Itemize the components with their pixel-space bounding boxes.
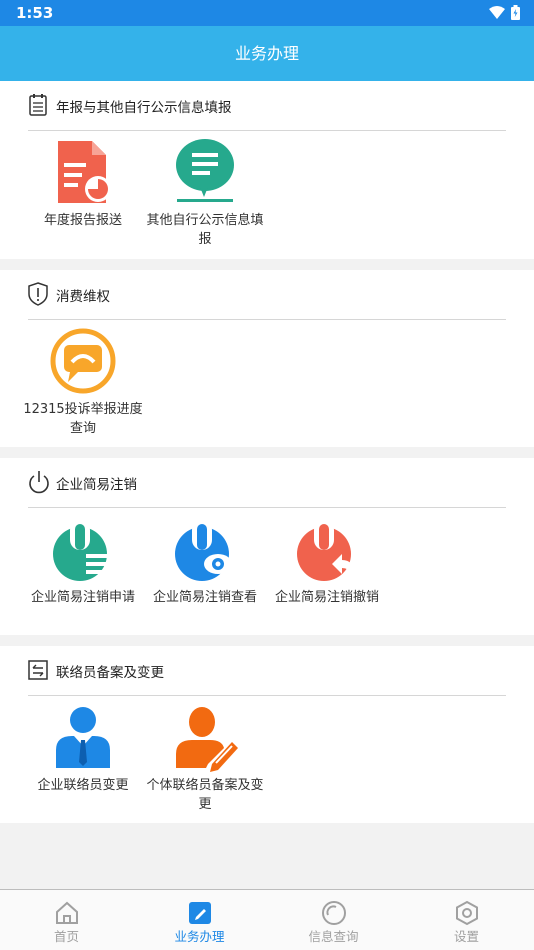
tab-label: 业务办理 xyxy=(174,929,225,944)
person-edit-icon xyxy=(170,702,240,772)
section-header: 联络员备案及变更 xyxy=(28,646,506,696)
item-label: 企业简易注销申请 xyxy=(30,590,135,605)
home-icon xyxy=(54,900,80,926)
power-icon xyxy=(28,470,50,494)
section-consumer-rights: 消费维权 12315投诉举报进度查询 xyxy=(0,270,534,447)
section-header: 消费维权 xyxy=(28,270,506,320)
search-circle-icon xyxy=(321,900,347,926)
settings-icon xyxy=(454,900,480,926)
person-tie-icon xyxy=(48,702,118,772)
section-deregistration: 企业简易注销 企业简易注销申请 企业简易注销查看 企业简易注销撤销 xyxy=(0,458,534,635)
power-undo-icon xyxy=(292,514,362,584)
swap-icon xyxy=(28,658,50,682)
tab-label: 信息查询 xyxy=(308,929,359,944)
battery-icon xyxy=(511,5,520,24)
complaint-progress-button[interactable]: 12315投诉举报进度查询 xyxy=(22,326,144,438)
item-label: 年度报告报送 xyxy=(43,213,122,228)
section-title: 消费维权 xyxy=(56,289,110,305)
complaint-chat-icon xyxy=(48,326,118,396)
status-time: 1:53 xyxy=(16,4,54,22)
section-header: 企业简易注销 xyxy=(28,458,506,508)
edit-icon xyxy=(187,900,213,926)
tab-label: 设置 xyxy=(453,929,479,944)
section-title: 企业简易注销 xyxy=(56,477,137,493)
section-title: 年报与其他自行公示信息填报 xyxy=(56,100,232,116)
item-label: 其他自行公示信息填报 xyxy=(146,213,264,247)
tab-label: 首页 xyxy=(53,929,79,944)
deregister-apply-button[interactable]: 企业简易注销申请 xyxy=(22,514,144,607)
wifi-icon xyxy=(489,5,505,24)
item-label: 企业简易注销撤销 xyxy=(274,590,379,605)
shield-icon xyxy=(28,282,50,306)
section-annual-report: 年报与其他自行公示信息填报 年度报告报送 其他自行公示信息填报 xyxy=(0,81,534,259)
tab-info-query[interactable]: 信息查询 xyxy=(267,890,400,950)
clipboard-icon xyxy=(28,93,50,117)
app-bar: 业务办理 xyxy=(0,26,534,81)
section-header: 年报与其他自行公示信息填报 xyxy=(28,81,506,131)
item-label: 个体联络员备案及变更 xyxy=(146,778,264,812)
deregister-revoke-button[interactable]: 企业简易注销撤销 xyxy=(266,514,388,607)
power-list-icon xyxy=(48,514,118,584)
bottom-tab-bar: 首页 业务办理 信息查询 设置 xyxy=(0,889,534,950)
other-disclosure-button[interactable]: 其他自行公示信息填报 xyxy=(144,137,266,249)
item-label: 12315投诉举报进度查询 xyxy=(23,402,143,436)
section-contact-person: 联络员备案及变更 企业联络员变更 个体联络员备案及变更 xyxy=(0,646,534,823)
chat-document-icon xyxy=(170,137,240,207)
item-label: 企业简易注销查看 xyxy=(152,590,257,605)
section-title: 联络员备案及变更 xyxy=(56,665,164,681)
deregister-view-button[interactable]: 企业简易注销查看 xyxy=(144,514,266,607)
content: 年报与其他自行公示信息填报 年度报告报送 其他自行公示信息填报 消费维权 123… xyxy=(0,81,534,834)
power-eye-icon xyxy=(170,514,240,584)
annual-report-button[interactable]: 年度报告报送 xyxy=(22,137,144,230)
status-bar: 1:53 xyxy=(0,0,534,26)
enterprise-contact-change-button[interactable]: 企业联络员变更 xyxy=(22,702,144,795)
tab-settings[interactable]: 设置 xyxy=(400,890,533,950)
page-title: 业务办理 xyxy=(234,44,299,63)
tab-business[interactable]: 业务办理 xyxy=(133,890,266,950)
individual-contact-register-button[interactable]: 个体联络员备案及变更 xyxy=(144,702,266,814)
annual-report-icon xyxy=(48,137,118,207)
item-label: 企业联络员变更 xyxy=(37,778,129,793)
tab-home[interactable]: 首页 xyxy=(0,890,133,950)
